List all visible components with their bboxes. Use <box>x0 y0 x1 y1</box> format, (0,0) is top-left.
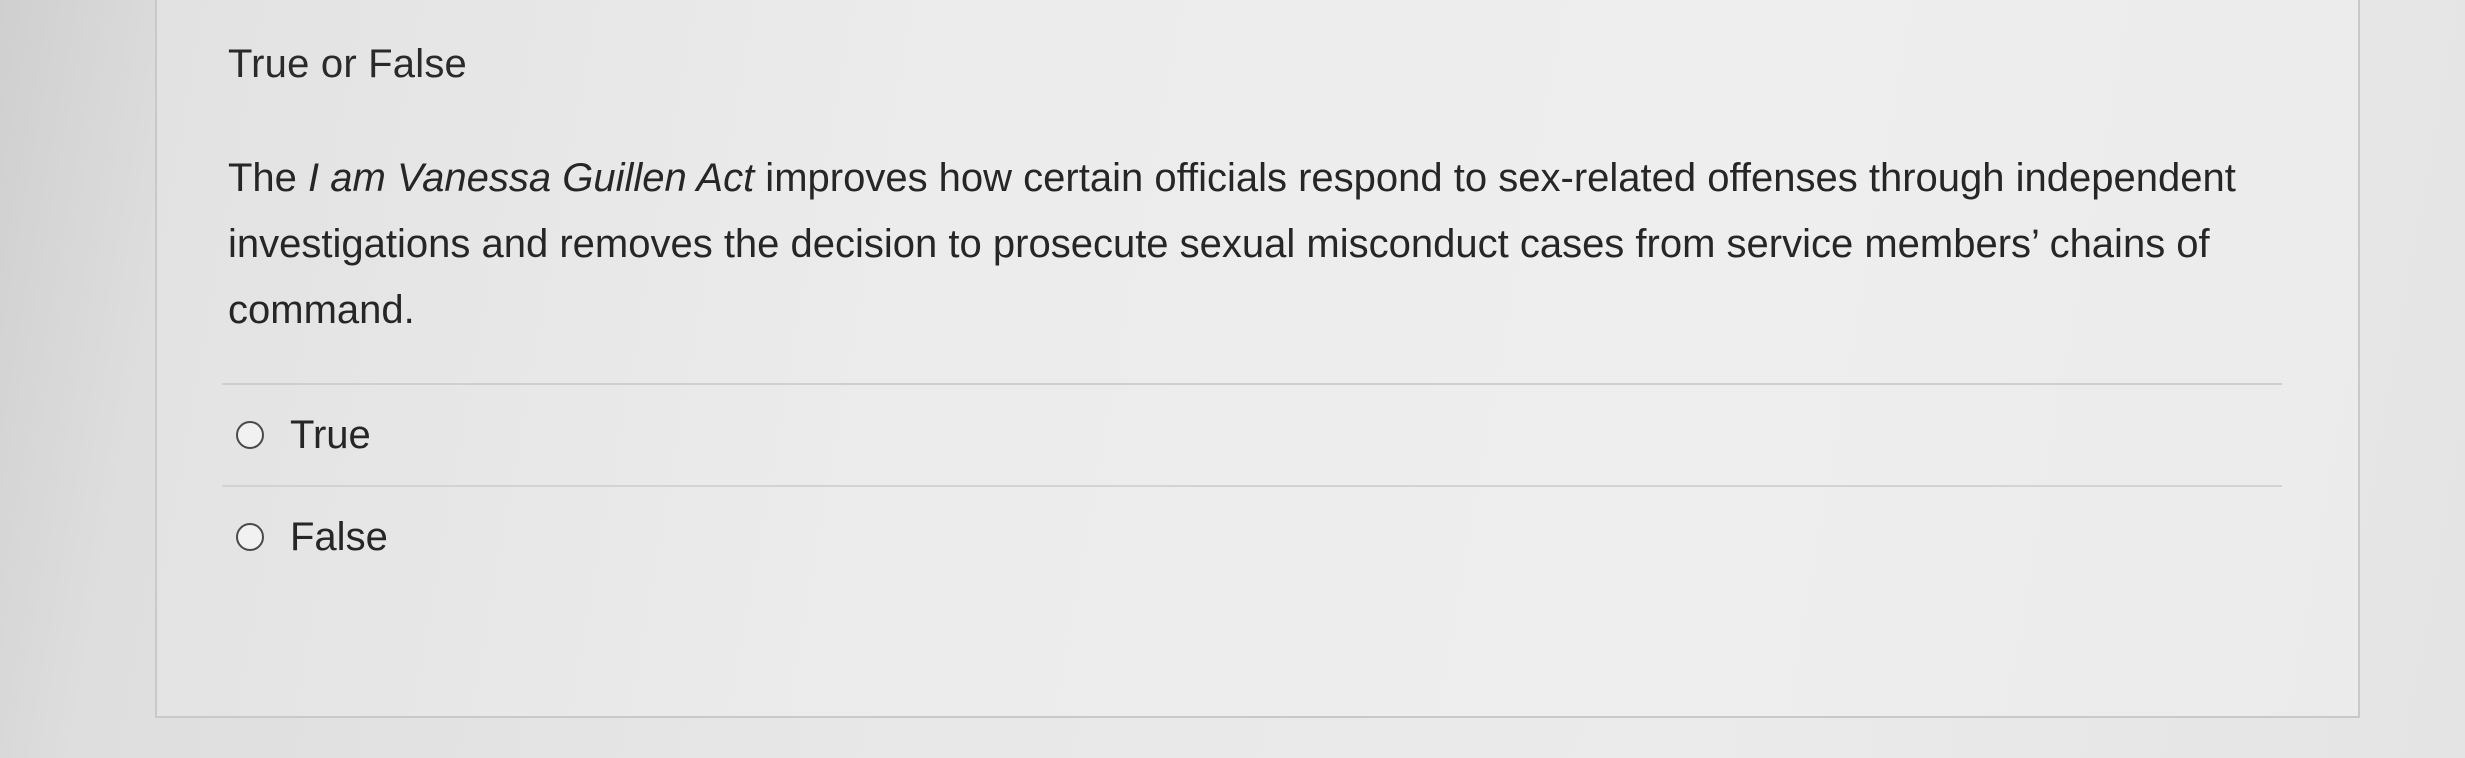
radio-button-true[interactable] <box>236 421 264 449</box>
question-content: True or False The I am Vanessa Guillen A… <box>222 42 2332 587</box>
option-label-false: False <box>290 514 388 559</box>
radio-button-false[interactable] <box>236 523 264 551</box>
question-text-act-name: I am Vanessa Guillen Act <box>308 156 755 200</box>
option-label-true: True <box>290 412 371 457</box>
question-text-start: The <box>228 156 309 200</box>
question-card: True or False The I am Vanessa Guillen A… <box>155 0 2360 718</box>
page-background: True or False The I am Vanessa Guillen A… <box>0 0 2465 758</box>
question-type-label: True or False <box>228 42 467 86</box>
option-true[interactable]: True <box>222 385 2332 485</box>
option-false[interactable]: False <box>222 487 2332 587</box>
question-text: The I am Vanessa Guillen Act improves ho… <box>228 145 2308 343</box>
